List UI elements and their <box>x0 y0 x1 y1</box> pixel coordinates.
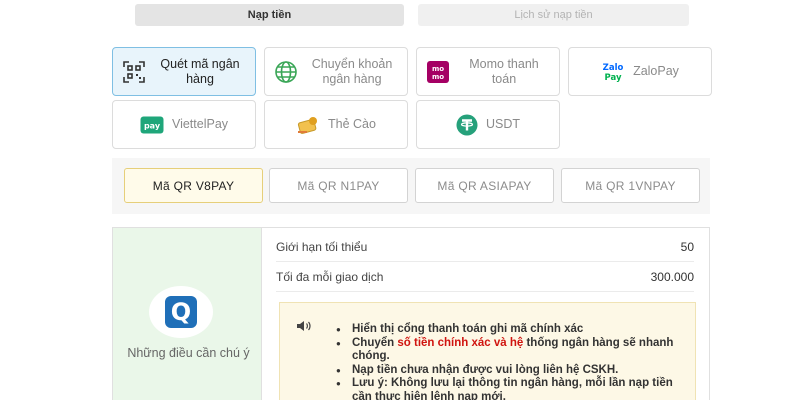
max-limit-label: Tối đa mỗi giao dịch <box>276 269 384 284</box>
notice-item: Lưu ý: Không lưu lại thông tin ngân hàng… <box>336 377 691 400</box>
q-logo-icon: Q <box>149 286 213 338</box>
method-scratch-card[interactable]: Thẻ Cào <box>264 100 408 149</box>
notice-item: Chuyển số tiền chính xác và hệ thống ngâ… <box>336 337 691 364</box>
max-limit-row: Tối đa mỗi giao dịch 300.000 <box>276 262 694 292</box>
method-label: Momo thanh toán <box>469 56 539 86</box>
method-label: Quét mã ngân hàng <box>160 56 240 86</box>
notice-highlight: số tiền chính xác và hệ <box>397 336 524 349</box>
svg-text:Pay: Pay <box>605 73 622 83</box>
momo-icon: mo mo <box>426 60 450 84</box>
provider-asiapay[interactable]: Mã QR ASIAPAY <box>415 168 554 203</box>
svg-text:mo: mo <box>432 73 444 81</box>
viettelpay-icon: pay <box>140 116 164 134</box>
zalopay-icon: Zalo Pay <box>601 61 625 83</box>
notice-item: Hiển thị cổng thanh toán ghi mã chính xá… <box>336 323 691 337</box>
scratch-card-icon <box>296 115 320 135</box>
method-label: Chuyển khoản ngân hàng <box>311 56 393 86</box>
method-viettelpay[interactable]: pay ViettelPay <box>112 100 256 149</box>
notice-item: Nạp tiền chưa nhận được vui lòng liên hệ… <box>336 364 691 378</box>
tether-icon <box>456 114 478 136</box>
max-limit-value: 300.000 <box>650 269 694 284</box>
notice-list: Hiển thị cổng thanh toán ghi mã chính xá… <box>336 323 691 400</box>
globe-icon <box>274 60 298 84</box>
min-limit-label: Giới hạn tối thiểu <box>276 239 368 254</box>
method-momo[interactable]: mo mo Momo thanh toán <box>416 47 560 96</box>
method-qr-bank[interactable]: Quét mã ngân hàng <box>112 47 256 96</box>
provider-v8pay[interactable]: Mã QR V8PAY <box>124 168 263 203</box>
min-limit-row: Giới hạn tối thiểu 50 <box>276 232 694 262</box>
qr-scan-icon <box>122 60 146 84</box>
method-label: ZaloPay <box>633 64 679 78</box>
method-zalopay[interactable]: Zalo Pay ZaloPay <box>568 47 712 96</box>
provider-1vnpay[interactable]: Mã QR 1VNPAY <box>561 168 700 203</box>
method-label: USDT <box>485 117 521 131</box>
method-label: ViettelPay <box>171 117 229 131</box>
provider-selector: Mã QR V8PAY Mã QR N1PAY Mã QR ASIAPAY Mã… <box>112 158 710 214</box>
tab-deposit-history[interactable]: Lịch sử nạp tiền <box>418 4 689 26</box>
svg-text:pay: pay <box>144 121 161 130</box>
notes-panel: Q Những điều cần chú ý <box>113 228 262 400</box>
speaker-icon <box>296 320 312 335</box>
method-bank-transfer[interactable]: Chuyển khoản ngân hàng <box>264 47 408 96</box>
notice-box: Hiển thị cổng thanh toán ghi mã chính xá… <box>279 302 696 400</box>
tab-deposit[interactable]: Nạp tiền <box>135 4 404 26</box>
min-limit-value: 50 <box>680 239 694 254</box>
method-label: Thẻ Cào <box>328 117 376 131</box>
svg-text:mo: mo <box>432 65 444 73</box>
deposit-info: Q Những điều cần chú ý Giới hạn tối thiể… <box>112 227 710 400</box>
method-usdt[interactable]: USDT <box>416 100 560 149</box>
svg-text:Zalo: Zalo <box>603 63 624 73</box>
notice-text: Chuyển <box>352 336 398 349</box>
notes-title: Những điều cần chú ý <box>127 346 250 360</box>
provider-n1pay[interactable]: Mã QR N1PAY <box>269 168 408 203</box>
